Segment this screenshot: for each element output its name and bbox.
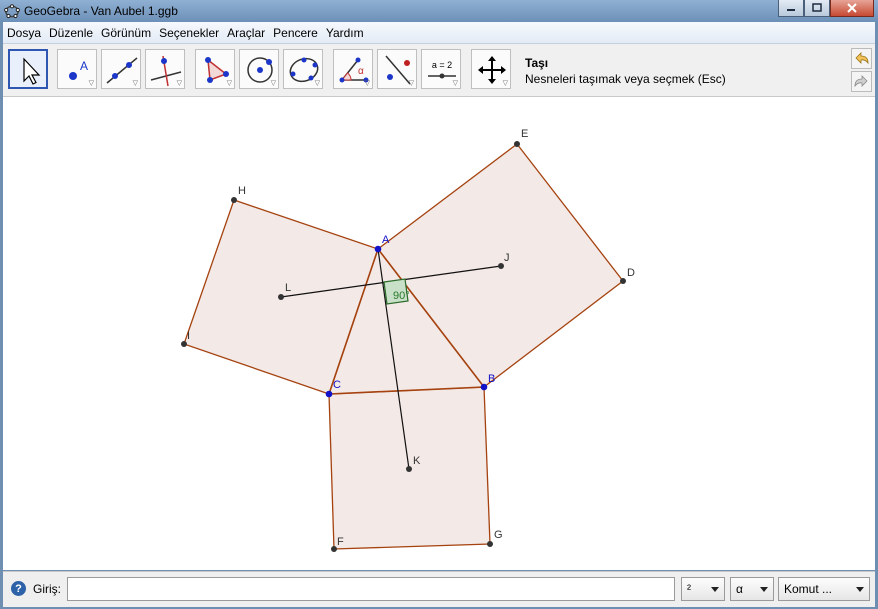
perpendicular-tool-button[interactable]: ▽ (145, 49, 185, 89)
circle-tool-button[interactable]: ▽ (239, 49, 279, 89)
conic-tool-button[interactable]: ▽ (283, 49, 323, 89)
svg-text:α: α (358, 66, 364, 77)
selected-tool-help: Nesneleri taşımak veya seçmek (Esc) (525, 72, 726, 86)
dropdown-arrow-icon: ▽ (176, 80, 182, 87)
dropdown-arrow-icon: ▽ (408, 80, 414, 87)
input-field[interactable] (67, 577, 675, 601)
point-label-k: K (413, 455, 421, 467)
close-icon (847, 3, 857, 13)
maximize-button[interactable] (804, 0, 830, 17)
point-label-d: D (627, 267, 635, 279)
menu-duzenle[interactable]: Düzenle (45, 26, 97, 40)
point-label-j: J (504, 252, 510, 264)
input-label: Giriş: (33, 582, 61, 596)
minimize-button[interactable] (778, 0, 804, 17)
point-g[interactable] (487, 541, 493, 547)
command-dropdown[interactable]: Komut ... (778, 577, 870, 601)
graphics-view[interactable]: 90° A B C D E F G H I J K L (3, 97, 875, 570)
menu-secenekler[interactable]: Seçenekler (155, 26, 223, 40)
redo-button[interactable] (851, 71, 872, 92)
point-b[interactable] (480, 383, 488, 391)
dropdown-arrow-icon: ▽ (226, 80, 232, 87)
arrow-cursor-icon (23, 57, 41, 85)
menu-araclar[interactable]: Araçlar (223, 26, 269, 40)
maximize-icon (812, 3, 822, 12)
point-c[interactable] (325, 390, 333, 398)
chevron-down-icon (760, 587, 768, 592)
svg-text:a = 2: a = 2 (432, 60, 452, 70)
minimize-icon (787, 9, 795, 11)
point-label-b: B (488, 373, 495, 385)
help-icon[interactable]: ? (11, 581, 26, 596)
point-d[interactable] (620, 278, 626, 284)
point-label-f: F (337, 536, 344, 548)
point-label-a: A (382, 234, 390, 246)
command-dropdown-value: Komut ... (784, 582, 833, 596)
redo-icon (854, 75, 868, 88)
greek-dropdown[interactable]: α (730, 577, 774, 601)
dropdown-arrow-icon: ▽ (502, 80, 508, 87)
menu-bar: Dosya Düzenle Görünüm Seçenekler Araçlar… (3, 22, 875, 44)
reflect-tool-button[interactable]: ▽ (377, 49, 417, 89)
menu-pencere[interactable]: Pencere (269, 26, 322, 40)
polygon-tool-button[interactable]: ▽ (195, 49, 235, 89)
point-label-c: C (333, 379, 341, 391)
undo-icon (855, 52, 869, 65)
close-button[interactable] (830, 0, 874, 17)
dropdown-arrow-icon: ▽ (452, 80, 458, 87)
dropdown-arrow-icon: ▽ (364, 80, 370, 87)
superscript-dropdown[interactable]: ² (681, 577, 725, 601)
line-tool-button[interactable]: ▽ (101, 49, 141, 89)
point-h[interactable] (231, 197, 237, 203)
chevron-down-icon (711, 587, 719, 592)
move-tool-button[interactable] (8, 49, 48, 89)
geometry-drawing: 90° A B C D E F G H I J K L (181, 128, 635, 552)
point-tool-button[interactable]: A ▽ (57, 49, 97, 89)
move-view-tool-button[interactable]: ▽ (471, 49, 511, 89)
point-label-g: G (494, 529, 503, 541)
svg-text:A: A (80, 59, 88, 73)
superscript-dropdown-value: ² (687, 582, 691, 596)
chevron-down-icon (856, 587, 864, 592)
point-label-h: H (238, 185, 246, 197)
menu-gorunum[interactable]: Görünüm (97, 26, 155, 40)
point-k[interactable] (406, 466, 412, 472)
menu-dosya[interactable]: Dosya (3, 26, 45, 40)
window-title: GeoGebra - Van Aubel 1.ggb (24, 4, 178, 18)
point-label-l: L (285, 282, 291, 294)
greek-dropdown-value: α (736, 582, 743, 596)
geogebra-logo-icon (4, 4, 20, 19)
angle-tool-button[interactable]: α ▽ (333, 49, 373, 89)
input-bar: ? Giriş: ² α Komut ... (3, 571, 875, 607)
dropdown-arrow-icon: ▽ (88, 80, 94, 87)
slider-tool-button[interactable]: a = 2 ▽ (421, 49, 461, 89)
title-bar: GeoGebra - Van Aubel 1.ggb (0, 0, 878, 22)
dropdown-arrow-icon: ▽ (314, 80, 320, 87)
angle-label: 90° (393, 290, 410, 302)
toolbar: A ▽ ▽ ▽ ▽ ▽ ▽ α ▽ ▽ a = 2 ▽ ▽ Taşı Nesne… (3, 44, 875, 97)
point-l[interactable] (278, 294, 284, 300)
point-e[interactable] (514, 141, 520, 147)
point-label-i: I (187, 330, 190, 342)
point-a[interactable] (374, 245, 382, 253)
dropdown-arrow-icon: ▽ (270, 80, 276, 87)
point-label-e: E (521, 128, 528, 140)
menu-yardim[interactable]: Yardım (322, 26, 368, 40)
dropdown-arrow-icon: ▽ (132, 80, 138, 87)
undo-button[interactable] (851, 48, 872, 69)
selected-tool-name: Taşı (525, 56, 549, 70)
window-controls (778, 0, 874, 18)
